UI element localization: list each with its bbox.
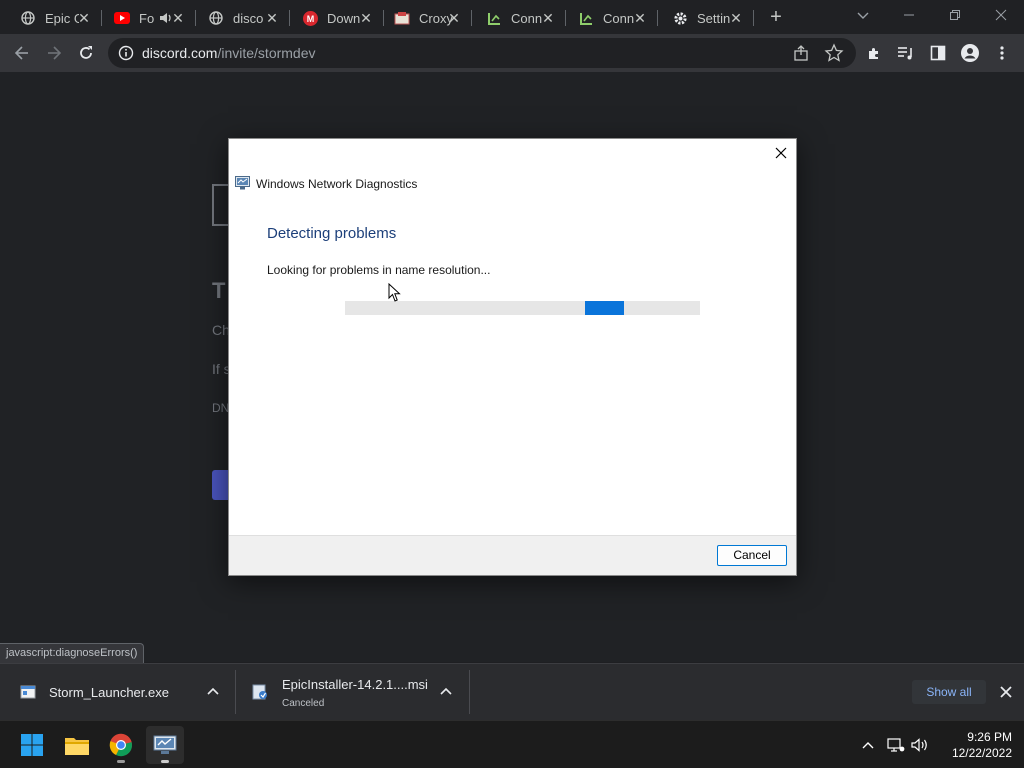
globe-icon <box>20 10 36 26</box>
browser-toolbar: discord.com/invite/stormdev <box>0 34 1024 72</box>
tab-title: Fo <box>139 10 155 26</box>
tab-conn-2[interactable]: Conn ✕ <box>562 4 658 32</box>
system-clock[interactable]: 9:26 PM 12/22/2022 <box>936 729 1012 761</box>
mega-icon: M <box>302 10 318 26</box>
clock-date: 12/22/2022 <box>951 746 1012 760</box>
tab-title: Settin <box>697 10 731 26</box>
svg-text:M: M <box>306 14 314 24</box>
close-icon[interactable]: ✕ <box>728 10 744 26</box>
tab-title: Conn <box>511 10 543 26</box>
close-icon[interactable]: ✕ <box>540 10 556 26</box>
croxy-icon <box>394 10 410 26</box>
cancel-button[interactable]: Cancel <box>717 545 787 566</box>
status-bubble: javascript:diagnoseErrors() <box>0 643 145 663</box>
back-icon[interactable] <box>10 41 34 65</box>
tab-strip: Epic G ✕ Fo ✕ disco ✕ M Down ✕ Croxy ✕ C… <box>0 0 1024 34</box>
tab-croxy[interactable]: Croxy ✕ <box>378 4 472 32</box>
info-icon[interactable] <box>118 45 134 61</box>
tab-mega[interactable]: M Down ✕ <box>286 4 384 32</box>
windows-taskbar: 9:26 PM 12/22/2022 <box>0 720 1024 768</box>
dialog-close-icon[interactable] <box>766 139 796 167</box>
show-all-button[interactable]: Show all <box>912 680 986 704</box>
download-status: Canceled <box>282 698 325 709</box>
exe-file-icon <box>20 684 36 700</box>
tab-separator <box>753 10 754 26</box>
extensions-icon[interactable] <box>862 41 886 65</box>
forward-icon[interactable] <box>42 41 66 65</box>
download-filename: Storm_Launcher.exe <box>49 685 169 700</box>
download-filename: EpicInstaller-14.2.1....msi <box>282 677 428 692</box>
dialog-footer: Cancel <box>229 535 796 575</box>
file-explorer-icon[interactable] <box>58 726 96 764</box>
menu-icon[interactable] <box>990 41 1014 65</box>
tab-youtube[interactable]: Fo ✕ <box>98 4 196 32</box>
share-icon[interactable] <box>792 44 810 62</box>
download-item-storm[interactable]: Storm_Launcher.exe <box>0 664 236 720</box>
network-diagnostics-taskbar-icon[interactable] <box>146 726 184 764</box>
tab-title: Down <box>327 10 361 26</box>
new-tab-icon[interactable]: + <box>764 6 788 30</box>
star-icon[interactable] <box>824 43 844 63</box>
network-diagnostics-icon <box>235 176 250 190</box>
restore-icon[interactable] <box>932 0 978 30</box>
url-text: discord.com/invite/stormdev <box>142 45 316 61</box>
close-icon[interactable]: ✕ <box>76 10 92 26</box>
start-icon[interactable] <box>13 726 51 764</box>
close-icon[interactable]: ✕ <box>632 10 648 26</box>
msi-file-icon <box>252 684 268 700</box>
tab-title: Conn <box>603 10 635 26</box>
chevron-up-icon[interactable] <box>206 684 220 698</box>
chrome-icon[interactable] <box>102 726 140 764</box>
progress-bar <box>345 301 700 315</box>
side-panel-icon[interactable] <box>926 41 950 65</box>
reload-icon[interactable] <box>74 41 98 65</box>
clock-time: 9:26 PM <box>967 730 1012 744</box>
dialog-heading: Detecting problems <box>267 225 397 242</box>
tab-conn-1[interactable]: Conn ✕ <box>470 4 566 32</box>
dialog-status-text: Looking for problems in name resolution.… <box>267 263 491 277</box>
download-item-epic[interactable]: EpicInstaller-14.2.1....msi Canceled <box>236 664 470 720</box>
url-path: /invite/stormdev <box>217 45 316 61</box>
minimize-icon[interactable] <box>886 0 932 30</box>
address-bar[interactable]: discord.com/invite/stormdev <box>108 38 856 68</box>
downloads-bar: Storm_Launcher.exe EpicInstaller-14.2.1.… <box>0 663 1024 720</box>
chevron-down-icon[interactable] <box>852 6 874 26</box>
close-icon[interactable]: ✕ <box>446 10 462 26</box>
close-icon[interactable]: ✕ <box>170 10 186 26</box>
close-icon[interactable]: ✕ <box>358 10 374 26</box>
network-diagnostics-dialog: Windows Network Diagnostics Detecting pr… <box>228 138 797 576</box>
chevron-up-icon[interactable] <box>858 735 878 755</box>
media-control-icon[interactable] <box>894 41 918 65</box>
dialog-window-title: Windows Network Diagnostics <box>256 177 418 191</box>
cpanel-icon <box>578 10 594 26</box>
youtube-icon <box>114 10 130 26</box>
profile-icon[interactable] <box>958 41 982 65</box>
error-code: DN <box>212 401 230 415</box>
mouse-cursor-icon <box>388 282 402 303</box>
page-title: T <box>212 278 226 303</box>
tab-epic[interactable]: Epic G ✕ <box>4 4 102 32</box>
tab-title: Epic G <box>45 10 79 26</box>
close-downloads-icon[interactable] <box>996 682 1016 702</box>
tab-discord[interactable]: disco ✕ <box>192 4 290 32</box>
running-indicator <box>117 760 125 763</box>
globe-icon <box>208 10 224 26</box>
network-icon[interactable] <box>886 735 906 755</box>
progress-marquee <box>585 301 624 315</box>
running-indicator <box>161 760 169 763</box>
volume-icon[interactable] <box>910 735 930 755</box>
chevron-up-icon[interactable] <box>439 684 453 698</box>
window-close-icon[interactable] <box>978 0 1024 30</box>
close-icon[interactable]: ✕ <box>264 10 280 26</box>
tab-settings[interactable]: Settin ✕ <box>656 4 754 32</box>
tab-title: disco <box>233 10 264 26</box>
download-separator <box>469 670 470 714</box>
url-domain: discord.com <box>142 45 218 61</box>
cpanel-icon <box>486 10 502 26</box>
gear-icon <box>672 10 688 26</box>
